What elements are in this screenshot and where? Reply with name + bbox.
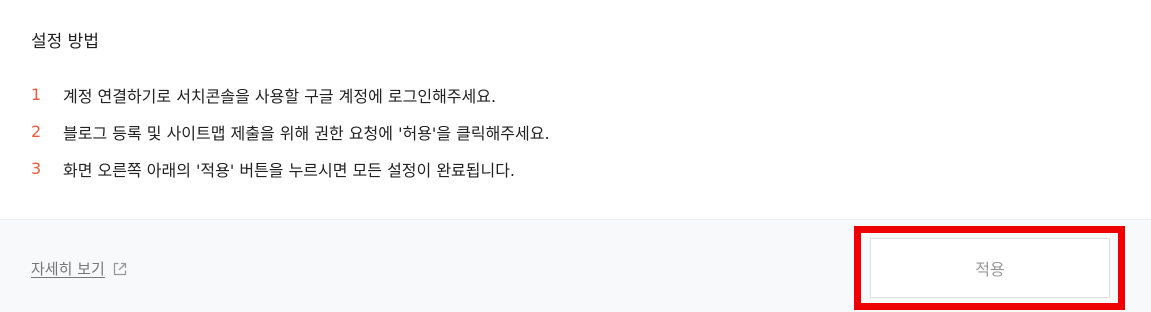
search-console-setup-panel: 설정 방법 1 계정 연결하기로 서치콘솔을 사용할 구글 계정에 로그인해주세… [0, 0, 1151, 312]
step-item-3: 3 화면 오른쪽 아래의 '적용' 버튼을 누르시면 모든 설정이 완료됩니다. [31, 150, 550, 187]
step-number: 1 [31, 85, 42, 104]
detail-link[interactable]: 자세히 보기 [31, 258, 128, 279]
setup-instructions: 설정 방법 1 계정 연결하기로 서치콘솔을 사용할 구글 계정에 로그인해주세… [0, 0, 1151, 219]
step-text: 계정 연결하기로 서치콘솔을 사용할 구글 계정에 로그인해주세요. [63, 86, 497, 106]
step-number: 3 [31, 159, 42, 178]
external-link-icon [112, 261, 128, 277]
step-item-2: 2 블로그 등록 및 사이트맵 제출을 위해 권한 요청에 '허용'을 클릭해주… [31, 113, 550, 150]
step-number: 2 [31, 122, 42, 141]
step-list: 1 계정 연결하기로 서치콘솔을 사용할 구글 계정에 로그인해주세요. 2 블… [31, 76, 550, 187]
apply-button[interactable]: 적용 [870, 238, 1110, 298]
section-title: 설정 방법 [31, 32, 99, 52]
footer-bar: 자세히 보기 적용 [0, 220, 1151, 312]
detail-link-label: 자세히 보기 [31, 260, 105, 278]
step-text: 화면 오른쪽 아래의 '적용' 버튼을 누르시면 모든 설정이 완료됩니다. [63, 160, 516, 180]
step-text: 블로그 등록 및 사이트맵 제출을 위해 권한 요청에 '허용'을 클릭해주세요… [63, 123, 550, 143]
step-item-1: 1 계정 연결하기로 서치콘솔을 사용할 구글 계정에 로그인해주세요. [31, 76, 550, 113]
